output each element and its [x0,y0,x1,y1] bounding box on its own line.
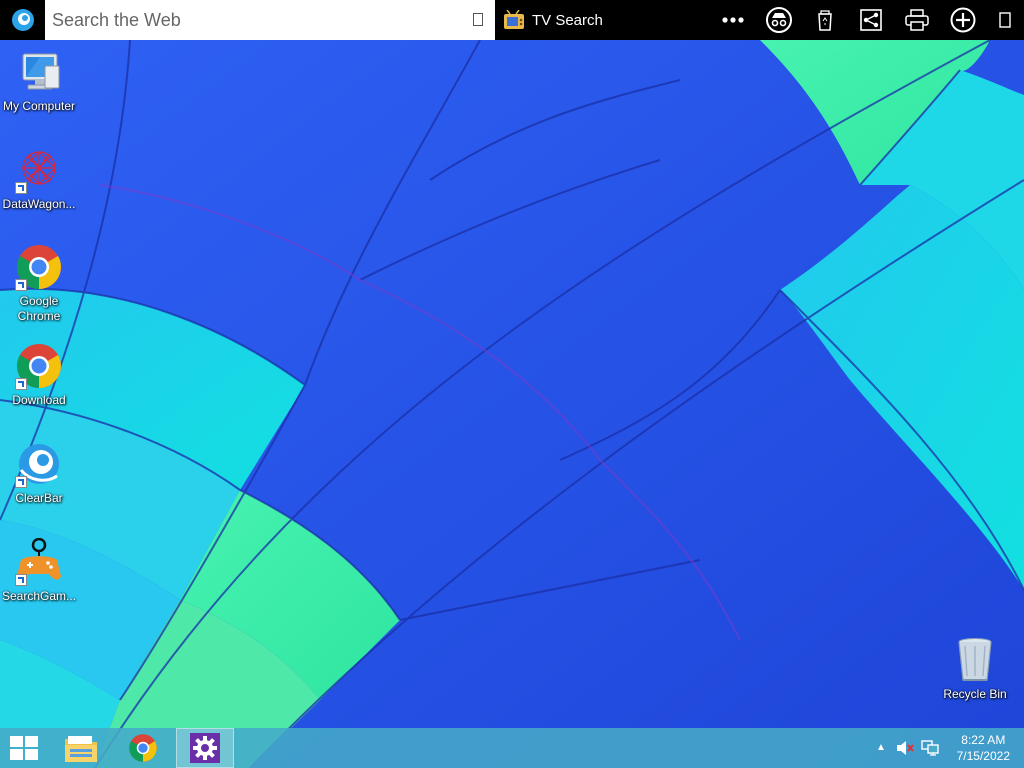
computer-icon [15,48,63,96]
tv-icon [504,10,524,29]
gamepad-icon [15,537,63,586]
desktop-icon-my-computer[interactable]: My Computer [0,48,78,114]
gear-icon [190,733,220,763]
print-icon[interactable] [894,0,940,40]
web-search-input[interactable] [45,1,464,39]
desktop-wallpaper [0,0,1024,768]
search-toolbar: TV Search [0,0,1024,40]
desktop-icon-google-chrome[interactable]: Google Chrome [0,243,78,324]
chrome-icon [15,243,63,291]
desktop-icon-download[interactable]: Download [0,342,78,408]
desktop-icon-label: Google Chrome [17,294,61,323]
clock-date: 7/15/2022 [956,749,1010,763]
recycle-bin-icon [951,636,999,684]
tv-search-label: TV Search [532,11,603,29]
shortcut-arrow-icon [15,378,27,390]
incognito-icon[interactable] [756,0,802,40]
windows-logo-icon [10,736,38,760]
desktop-icon-datawagon[interactable]: DataWagon... [0,146,78,212]
square-icon[interactable] [986,0,1024,40]
more-icon[interactable] [710,0,756,40]
shortcut-arrow-icon [15,476,27,488]
volume-muted-icon[interactable] [896,740,914,759]
shortcut-arrow-icon [15,574,27,586]
chrome-icon [129,734,157,762]
file-explorer-icon [65,736,97,762]
desktop-icon-recycle-bin[interactable]: Recycle Bin [936,636,1014,702]
tv-search-button[interactable]: TV Search [503,10,603,30]
clock-time: 8:22 AM [961,733,1006,747]
shortcut-arrow-icon [15,182,27,194]
chrome-icon [15,342,63,390]
desktop-icon-label: SearchGam... [1,589,77,603]
shortcut-arrow-icon [15,279,27,291]
desktop-icon-label: My Computer [2,99,76,113]
datawagon-icon [15,146,63,194]
desktop-icon-label: ClearBar [15,491,63,505]
start-button[interactable] [0,728,48,768]
desktop-icon-label: Download [12,393,66,407]
recycle-bag-icon[interactable] [802,0,848,40]
taskbar-settings[interactable] [176,728,234,768]
web-search-box [45,0,495,40]
add-icon[interactable] [940,0,986,40]
show-hidden-icons-chevron-icon[interactable]: ▲ [876,742,886,753]
system-clock[interactable]: 8:22 AM 7/15/2022 [957,732,1010,764]
taskbar-chrome[interactable] [114,728,172,768]
desktop-icon-clearbar[interactable]: ClearBar [0,440,78,506]
share-icon[interactable] [848,0,894,40]
desktop-icon-label: DataWagon... [2,197,76,211]
clearbar-icon [15,440,63,488]
search-box-square-icon[interactable] [473,13,483,26]
taskbar-file-explorer[interactable] [52,728,110,768]
network-icon[interactable] [921,740,939,759]
desktop-icon-searchgames[interactable]: SearchGam... [0,537,78,604]
toolbar-logo-icon[interactable] [0,0,45,40]
taskbar: ▲ 8:22 AM 7/15/2022 [0,728,1024,768]
desktop-icon-label: Recycle Bin [943,687,1007,701]
